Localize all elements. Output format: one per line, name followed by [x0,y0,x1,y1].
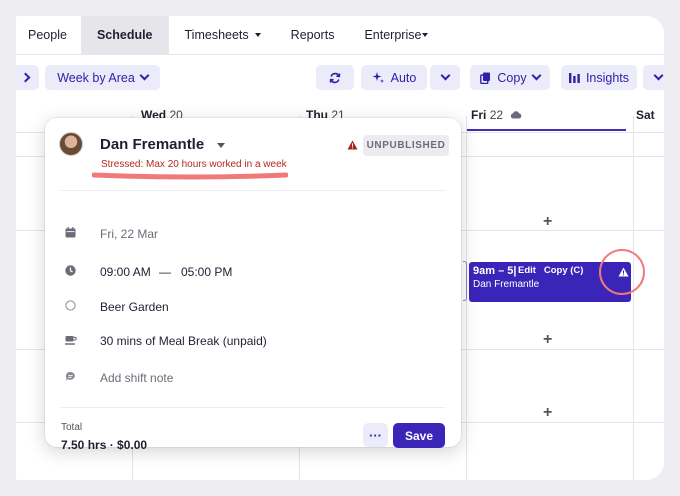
auto-options-button[interactable] [430,65,460,90]
chevron-down-icon [254,33,261,37]
screen-frame: People Schedule Timesheets Reports Enter… [0,0,680,496]
add-shift-button[interactable]: + [543,213,552,231]
copy-icon [480,72,491,84]
view-selector[interactable]: Week by Area [45,65,160,90]
stress-warning: Stressed: Max 20 hours worked in a week [101,159,287,170]
more-actions-button[interactable]: ··· [363,423,388,447]
day-name: Sat [636,108,655,122]
nav-schedule[interactable]: Schedule [80,16,169,54]
next-week-button[interactable] [16,65,39,90]
copy-button[interactable]: Copy [470,65,550,90]
chevron-down-icon [139,70,150,81]
warning-icon [347,140,358,150]
nav-timesheets[interactable]: Timesheets [169,16,275,54]
adjacent-shift-edge [463,261,467,301]
nav-timesheets-label: Timesheets [184,28,249,42]
nav-people[interactable]: People [16,16,81,54]
day-header-fri[interactable]: Fri 22 [471,108,522,122]
copy-button-label: Copy [497,70,527,85]
nav-people-label: People [28,28,67,42]
cloud-icon [511,111,522,119]
chevron-right-icon [20,72,31,83]
area-icon [65,300,76,311]
more-options-button[interactable] [643,65,664,90]
warning-underline-annotation [92,172,288,180]
status-badge: UNPUBLISHED [363,135,449,156]
view-selector-label: Week by Area [57,70,135,85]
employee-dropdown-icon[interactable] [217,143,225,148]
shift-area[interactable]: Beer Garden [100,300,169,314]
shift-copy-link[interactable]: Copy (C) [544,265,584,276]
end-time[interactable]: 05:00 PM [181,265,232,279]
top-nav: People Schedule Timesheets Reports Enter… [16,16,664,55]
bar-chart-icon [568,73,580,83]
nav-schedule-label: Schedule [96,28,153,42]
shift-note-input[interactable]: Add shift note [100,371,173,385]
add-shift-button[interactable]: + [543,404,552,422]
day-number: 22 [489,108,504,122]
note-icon [65,371,75,381]
scheduler-app: People Schedule Timesheets Reports Enter… [16,16,664,480]
chevron-down-icon [531,70,542,81]
nav-reports[interactable]: Reports [275,16,351,54]
day-header-sat: Sat [636,108,655,122]
shift-edit-popup: Dan Fremantle UNPUBLISHED Stressed: Max … [45,118,461,452]
shift-edit-link[interactable]: Edit [518,265,536,276]
total-label: Total [61,422,83,433]
employee-name[interactable]: Dan Fremantle [100,136,204,153]
shift-date[interactable]: Fri, 22 Mar [100,227,158,241]
nav-enterprise-label: Enterprise [364,28,422,42]
insights-button-label: Insights [585,70,630,85]
chevron-down-icon [422,33,429,37]
start-time[interactable]: 09:00 AM [100,265,151,279]
sparkle-icon [372,72,384,83]
insights-button[interactable]: Insights [561,65,637,90]
calendar-icon [65,227,76,238]
shift-actions: Edit Copy (C) [518,265,583,276]
shift-employee: Dan Fremantle [473,279,540,290]
divider [61,407,445,408]
coffee-icon [65,336,77,345]
refresh-icon [329,72,341,83]
avatar [59,132,83,156]
divider [61,190,445,191]
time-separator: — [159,265,171,279]
day-name: Fri [471,108,487,122]
nav-enterprise[interactable]: Enterprise [350,16,440,54]
total-value: 7.50 hrs · $0.00 [61,438,148,452]
chevron-down-icon [440,70,450,81]
save-button[interactable]: Save [393,423,445,448]
auto-button[interactable]: Auto [361,65,427,90]
chevron-down-icon [653,70,663,81]
meal-break[interactable]: 30 mins of Meal Break (unpaid) [100,334,267,348]
auto-button-label: Auto [390,70,417,85]
grid-column-line [633,116,634,480]
nav-reports-label: Reports [290,28,335,42]
shift-time: 9am – 5| [473,265,517,277]
selected-day-indicator [466,129,626,131]
refresh-button[interactable] [316,65,354,90]
highlight-circle [599,249,645,295]
clock-icon [65,265,76,276]
add-shift-button[interactable]: + [543,331,552,349]
